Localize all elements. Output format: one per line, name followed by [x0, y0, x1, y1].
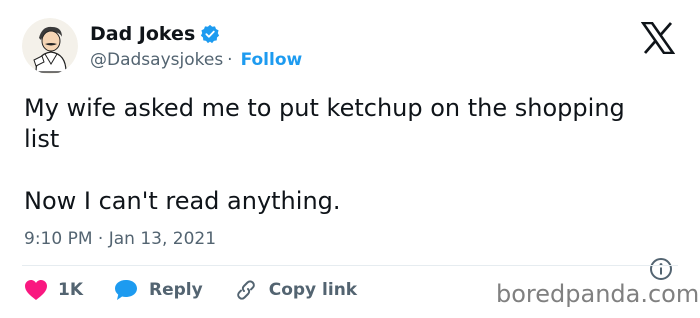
follow-button[interactable]: Follow — [241, 50, 303, 70]
tweet-timestamp[interactable]: 9:10 PM · Jan 13, 2021 — [24, 229, 216, 249]
author-name-row: Dad Jokes — [90, 22, 220, 46]
avatar[interactable] — [22, 18, 78, 74]
author-name[interactable]: Dad Jokes — [90, 23, 195, 45]
speech-bubble-icon — [115, 280, 138, 300]
reply-label: Reply — [149, 280, 203, 300]
link-icon — [236, 280, 255, 300]
info-icon[interactable] — [649, 257, 673, 281]
tweet-date: Jan 13, 2021 — [108, 229, 217, 249]
tweet-time: 9:10 PM — [24, 229, 93, 249]
tweet-text-line-3: Now I can't read anything. — [24, 187, 341, 215]
like-button[interactable]: 1K — [24, 279, 83, 301]
divider — [22, 265, 678, 266]
x-logo-icon[interactable] — [640, 21, 676, 55]
tweet-text-line-1: My wife asked me to put ketchup on the s… — [24, 94, 625, 122]
handle-separator: · — [227, 50, 233, 70]
like-count: 1K — [58, 280, 84, 300]
heart-icon — [25, 280, 47, 300]
tweet-text-line-2: list — [24, 125, 60, 153]
date-separator: · — [97, 229, 104, 249]
reply-button[interactable]: Reply — [113, 278, 203, 302]
action-bar: 1K Reply Copy link — [24, 276, 387, 304]
verified-badge-icon — [200, 24, 220, 44]
author-handle[interactable]: @Dadsaysjokes — [90, 50, 223, 70]
author-handle-row: @Dadsaysjokes · Follow — [90, 49, 302, 71]
copy-link-button[interactable]: Copy link — [233, 278, 357, 302]
watermark: boredpanda.com — [496, 280, 700, 308]
copy-link-label: Copy link — [268, 280, 358, 300]
